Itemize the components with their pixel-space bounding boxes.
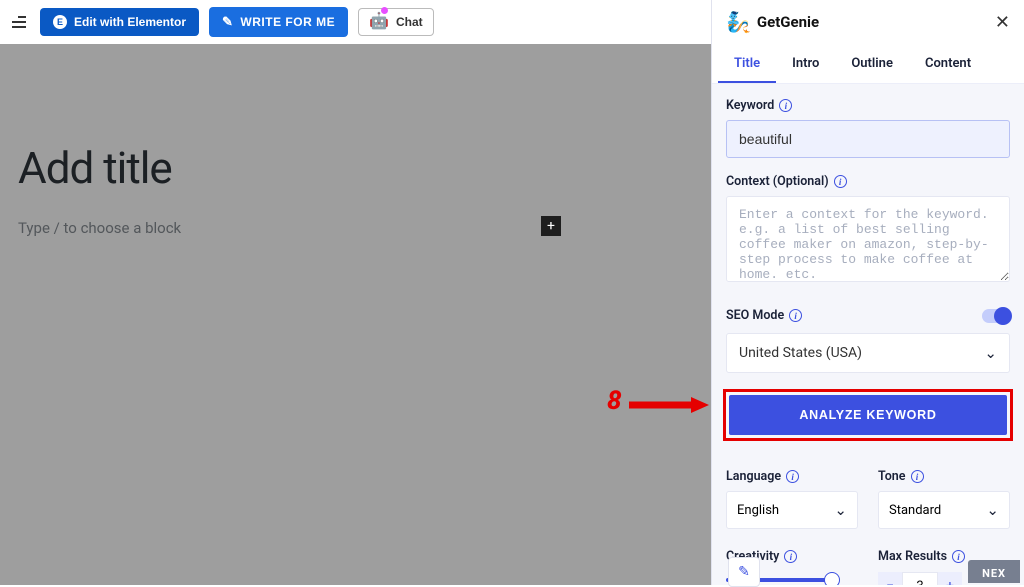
increment-button[interactable]: + xyxy=(938,572,962,585)
tone-select[interactable]: Standard ⌄ xyxy=(878,491,1010,529)
annotation-arrow-icon xyxy=(629,397,709,413)
analyze-highlight: ANALYZE KEYWORD xyxy=(723,389,1013,441)
keyword-label: Keyword i xyxy=(726,98,1010,113)
select-value: Standard xyxy=(889,503,941,518)
chevron-down-icon: ⌄ xyxy=(984,344,997,362)
tone-label: Tone i xyxy=(878,469,1010,484)
block-placeholder[interactable]: Type / to choose a block xyxy=(18,219,181,237)
seo-mode-toggle[interactable] xyxy=(982,309,1010,323)
editor-overlay: Add title Type / to choose a block + xyxy=(0,44,711,585)
info-icon[interactable]: i xyxy=(779,99,792,112)
next-button[interactable]: NEX xyxy=(968,560,1020,583)
write-for-me-button[interactable]: ✎ WRITE FOR ME xyxy=(209,7,348,37)
country-select[interactable]: United States (USA) ⌄ xyxy=(726,333,1010,373)
title-placeholder: Add title xyxy=(18,142,172,194)
seo-mode-label: SEO Mode i xyxy=(726,308,802,323)
info-icon[interactable]: i xyxy=(784,550,797,563)
panel-body: Keyword i Context (Optional) i SEO Mode … xyxy=(712,84,1024,585)
chevron-down-icon: ⌄ xyxy=(834,501,847,519)
annotation-step-number: 8 xyxy=(607,386,622,416)
post-title-input[interactable]: Add title xyxy=(18,142,172,194)
language-select[interactable]: English ⌄ xyxy=(726,491,858,529)
robot-icon: 🤖 xyxy=(369,14,389,30)
tab-intro[interactable]: Intro xyxy=(776,42,835,83)
select-value: United States (USA) xyxy=(739,345,862,361)
context-label: Context (Optional) i xyxy=(726,174,1010,189)
panel-tabs: Title Intro Outline Content xyxy=(712,42,1024,84)
button-label: WRITE FOR ME xyxy=(240,15,335,29)
language-label: Language i xyxy=(726,469,858,484)
decrement-button[interactable]: − xyxy=(878,572,902,585)
info-icon[interactable]: i xyxy=(911,470,924,483)
close-icon[interactable]: ✕ xyxy=(995,12,1010,33)
analyze-keyword-button[interactable]: ANALYZE KEYWORD xyxy=(729,395,1007,435)
chevron-down-icon: ⌄ xyxy=(986,501,999,519)
menu-icon[interactable] xyxy=(8,10,30,34)
tab-content[interactable]: Content xyxy=(909,42,987,83)
genie-icon: 🧞 xyxy=(726,10,751,34)
select-value: English xyxy=(737,503,779,518)
info-icon[interactable]: i xyxy=(834,175,847,188)
brand-name: GetGenie xyxy=(757,13,819,31)
chat-button[interactable]: 🤖 Chat xyxy=(358,8,434,36)
toolbar: E Edit with Elementor ✎ WRITE FOR ME 🤖 C… xyxy=(0,0,711,44)
panel-header: 🧞 GetGenie ✕ xyxy=(712,0,1024,42)
tab-title[interactable]: Title xyxy=(718,42,776,83)
edit-pen-button[interactable]: ✎ xyxy=(728,557,760,587)
button-label: Edit with Elementor xyxy=(74,15,186,29)
getgenie-panel: 🧞 GetGenie ✕ Title Intro Outline Content… xyxy=(711,0,1024,585)
button-label: Chat xyxy=(396,15,423,29)
info-icon[interactable]: i xyxy=(786,470,799,483)
context-textarea[interactable] xyxy=(726,196,1010,282)
elementor-icon: E xyxy=(53,15,67,29)
info-icon[interactable]: i xyxy=(952,550,965,563)
info-icon[interactable]: i xyxy=(789,309,802,322)
keyword-input[interactable] xyxy=(726,120,1010,158)
pen-icon: ✎ xyxy=(222,14,233,30)
brand: 🧞 GetGenie xyxy=(726,10,819,34)
edit-elementor-button[interactable]: E Edit with Elementor xyxy=(40,8,199,36)
tab-outline[interactable]: Outline xyxy=(835,42,909,83)
stepper-value: 3 xyxy=(902,572,938,585)
add-block-button[interactable]: + xyxy=(541,216,561,236)
